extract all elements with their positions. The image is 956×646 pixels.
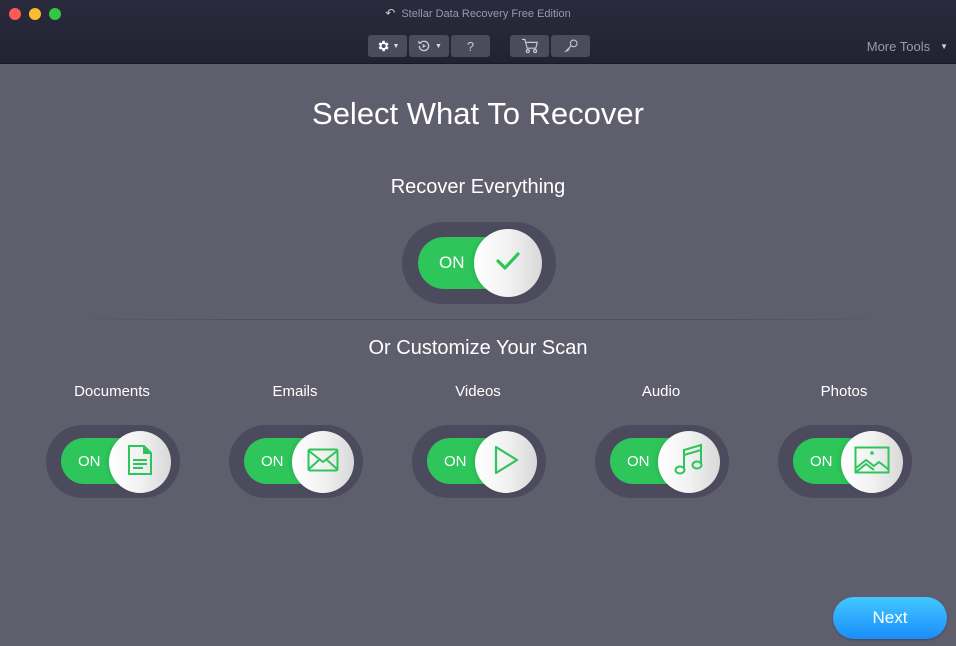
document-icon — [127, 444, 153, 481]
videos-toggle[interactable]: ON — [412, 425, 546, 498]
help-icon: ? — [466, 38, 475, 54]
recover-everything-toggle[interactable]: ON — [402, 222, 556, 304]
toggle-state-label: ON — [627, 452, 650, 470]
toggle-state-label: ON — [261, 452, 284, 470]
play-icon — [493, 445, 519, 480]
category-label: Videos — [455, 383, 501, 400]
more-tools-label: More Tools — [866, 39, 931, 54]
toggle-state-label: ON — [444, 452, 467, 470]
toggle-knob[interactable] — [109, 431, 171, 493]
gear-icon — [376, 39, 390, 53]
help-button[interactable]: ? — [451, 35, 490, 57]
toggle-knob[interactable] — [658, 431, 720, 493]
settings-button[interactable]: ▼ — [368, 35, 407, 57]
window-title: Stellar Data Recovery Free Edition — [401, 8, 571, 20]
documents-toggle[interactable]: ON — [46, 425, 180, 498]
more-tools-menu[interactable]: More Tools ▼ — [867, 39, 948, 54]
next-button[interactable]: Next — [833, 597, 947, 639]
audio-toggle[interactable]: ON — [595, 425, 729, 498]
cart-icon — [521, 38, 539, 54]
toolbar-group-store — [510, 35, 590, 57]
category-label: Documents — [74, 383, 150, 400]
customize-scan-title: Or Customize Your Scan — [368, 337, 588, 359]
history-button[interactable]: ▼ — [409, 35, 449, 57]
category-label: Emails — [272, 383, 318, 400]
chevron-down-icon: ▼ — [940, 42, 948, 51]
email-icon — [307, 448, 339, 477]
toggle-knob[interactable] — [292, 431, 354, 493]
toggle-knob[interactable] — [475, 431, 537, 493]
toggle-state-label: ON — [810, 452, 833, 470]
toggle-knob[interactable] — [841, 431, 903, 493]
key-icon — [563, 38, 579, 54]
category-label: Photos — [820, 383, 868, 400]
page-title: Select What To Recover — [312, 96, 644, 131]
category-label: Audio — [641, 383, 681, 400]
title-bar: ↶ Stellar Data Recovery Free Edition ▼ ▼ … — [0, 0, 956, 64]
chevron-down-icon: ▼ — [392, 42, 400, 50]
activate-button[interactable] — [551, 35, 590, 57]
back-arrow-icon[interactable]: ↶ — [385, 6, 395, 20]
toggle-knob[interactable] — [474, 229, 542, 297]
window-title-area: ↶ Stellar Data Recovery Free Edition — [0, 6, 956, 21]
toggle-state-label: ON — [439, 253, 465, 272]
chevron-down-icon: ▼ — [435, 42, 442, 50]
checkmark-icon — [495, 251, 521, 276]
photos-toggle[interactable]: ON — [778, 425, 912, 498]
music-note-icon — [674, 443, 704, 482]
buy-button[interactable] — [510, 35, 549, 57]
photo-icon — [854, 446, 890, 479]
toolbar-group-main: ▼ ▼ ? — [368, 35, 490, 57]
emails-toggle[interactable]: ON — [229, 425, 363, 498]
history-play-icon — [416, 38, 432, 54]
recover-everything-label: Recover Everything — [390, 176, 566, 198]
section-divider — [60, 319, 900, 320]
toggle-state-label: ON — [78, 452, 101, 470]
